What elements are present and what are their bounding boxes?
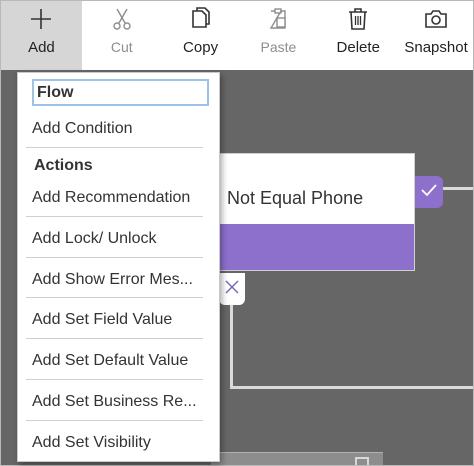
add-button[interactable]: Add: [1, 1, 82, 70]
condition-node[interactable]: Not Equal Phone: [197, 153, 415, 271]
condition-node-label: Not Equal Phone: [227, 188, 364, 208]
paste-button[interactable]: Paste: [239, 1, 317, 70]
connector-bottom-horizontal: [230, 386, 473, 389]
cut-button[interactable]: Cut: [82, 1, 162, 70]
condition-node-bar: [198, 224, 414, 270]
node-icon: [355, 457, 369, 465]
menu-item-add-condition[interactable]: Add Condition: [32, 120, 202, 138]
cut-label: Cut: [110, 39, 133, 55]
copy-label: Copy: [183, 39, 219, 56]
menu-item-add-recommendation[interactable]: Add Recommendation: [32, 189, 202, 207]
add-dropdown-menu: Flow Add Condition Actions Add Recommend…: [17, 72, 220, 462]
menu-section-flow[interactable]: Flow: [32, 79, 209, 106]
add-label: Add: [28, 39, 55, 56]
delete-button[interactable]: Delete: [317, 1, 399, 70]
menu-item-add-lock-unlock[interactable]: Add Lock/ Unlock: [32, 230, 202, 248]
menu-item-add-show-error-message[interactable]: Add Show Error Mes...: [32, 271, 202, 289]
menu-divider: [26, 147, 203, 148]
copy-button[interactable]: Copy: [162, 1, 240, 70]
copy-icon: [190, 1, 212, 37]
menu-item-add-set-visibility[interactable]: Add Set Visibility: [32, 434, 202, 452]
close-icon: [225, 280, 239, 299]
scissors-icon: [112, 1, 132, 37]
snapshot-label: Snapshot: [404, 39, 468, 56]
snapshot-button[interactable]: Snapshot: [399, 1, 473, 70]
menu-item-add-set-field-value[interactable]: Add Set Field Value: [32, 311, 202, 329]
plus-icon: [29, 1, 53, 37]
paste-label: Paste: [260, 39, 297, 55]
connector-right-horizontal: [442, 187, 473, 190]
menu-section-actions: Actions: [34, 157, 93, 174]
menu-divider: [26, 297, 203, 298]
menu-item-add-set-default-value[interactable]: Add Set Default Value: [32, 352, 202, 370]
clipboard-icon: [267, 1, 289, 37]
menu-divider: [26, 257, 203, 258]
checkmark-icon: [421, 183, 437, 202]
menu-divider: [26, 420, 203, 421]
menu-divider: [26, 216, 203, 217]
delete-label: Delete: [336, 39, 380, 56]
connector-down-vertical: [230, 305, 233, 389]
false-branch-tab[interactable]: [219, 273, 245, 305]
camera-icon: [424, 1, 448, 37]
true-branch-tab[interactable]: [415, 176, 443, 208]
menu-divider: [26, 338, 203, 339]
command-toolbar: Add Cut Copy Paste Delete Snapshot: [1, 1, 473, 70]
trash-icon: [347, 1, 369, 37]
menu-item-add-set-business-required[interactable]: Add Set Business Re...: [32, 393, 202, 411]
menu-divider: [26, 379, 203, 380]
